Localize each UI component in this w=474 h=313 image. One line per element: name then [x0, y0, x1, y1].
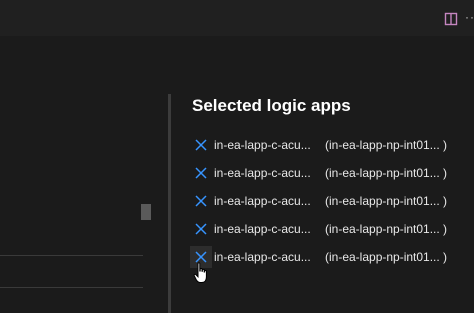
remove-button[interactable]: [190, 162, 212, 184]
close-icon: [195, 223, 207, 235]
list-item: in-ea-lapp-c-acu... (in-ea-lapp-np-int01…: [186, 215, 474, 243]
remove-button[interactable]: [190, 218, 212, 240]
close-icon: [195, 167, 207, 179]
app-window: ··· Selected logic apps in-ea-lapp-c-acu…: [0, 0, 474, 313]
hand-pointer-icon: [193, 262, 209, 284]
list-item: in-ea-lapp-c-acu... (in-ea-lapp-np-int01…: [186, 243, 474, 271]
row-divider: [0, 255, 143, 256]
app-name: in-ea-lapp-c-acu...: [214, 138, 311, 152]
app-resource-group: (in-ea-lapp-np-int01... ): [325, 138, 448, 152]
list-item: in-ea-lapp-c-acu... (in-ea-lapp-np-int01…: [186, 131, 474, 159]
panel-title: Selected logic apps: [192, 96, 351, 115]
split-editor-icon[interactable]: [444, 12, 458, 26]
remove-button[interactable]: [190, 134, 212, 156]
app-resource-group: (in-ea-lapp-np-int01... ): [325, 250, 448, 264]
remove-button[interactable]: [190, 190, 212, 212]
app-resource-group: (in-ea-lapp-np-int01... ): [325, 222, 448, 236]
app-resource-group: (in-ea-lapp-np-int01... ): [325, 166, 448, 180]
close-icon: [195, 195, 207, 207]
app-name: in-ea-lapp-c-acu...: [214, 250, 311, 264]
app-name: in-ea-lapp-c-acu...: [214, 166, 311, 180]
app-name: in-ea-lapp-c-acu...: [214, 222, 311, 236]
left-pane: [0, 36, 168, 313]
editor-title-bar: ···: [0, 0, 474, 36]
row-divider: [0, 287, 143, 288]
app-resource-group: (in-ea-lapp-np-int01... ): [325, 194, 448, 208]
list-item: in-ea-lapp-c-acu... (in-ea-lapp-np-int01…: [186, 187, 474, 215]
close-icon: [195, 139, 207, 151]
scrollbar-thumb[interactable]: [141, 204, 151, 220]
pane-divider[interactable]: [168, 94, 171, 313]
app-name: in-ea-lapp-c-acu...: [214, 194, 311, 208]
list-item: in-ea-lapp-c-acu... (in-ea-lapp-np-int01…: [186, 159, 474, 187]
more-actions-icon[interactable]: ···: [465, 10, 474, 24]
selected-apps-list: in-ea-lapp-c-acu... (in-ea-lapp-np-int01…: [186, 131, 474, 271]
